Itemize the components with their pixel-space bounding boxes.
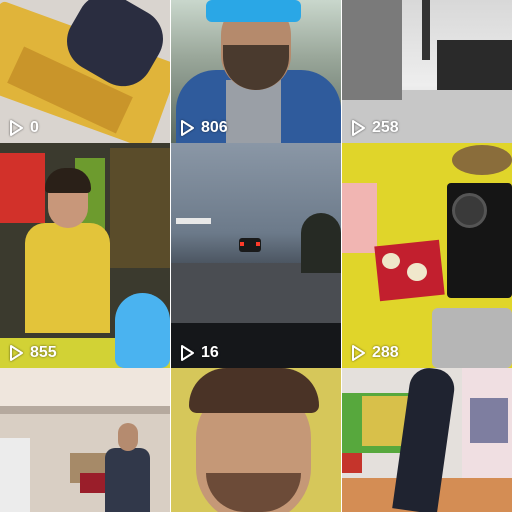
play-icon (352, 120, 365, 136)
view-count-overlay: 0 (8, 119, 39, 137)
view-count: 0 (30, 119, 39, 136)
play-icon (181, 345, 194, 361)
thumbnail-image (0, 368, 170, 512)
video-thumbnail-1[interactable]: 0 (0, 0, 170, 143)
view-count-overlay: 855 (8, 344, 57, 362)
view-count: 258 (372, 119, 399, 136)
video-thumbnail-2[interactable]: 806 (171, 0, 341, 143)
view-count-overlay: 288 (350, 344, 399, 362)
thumbnail-image (171, 368, 341, 512)
thumbnail-image (342, 143, 512, 368)
video-thumbnail-5[interactable]: 16 (171, 143, 341, 368)
video-thumbnail-3[interactable]: 258 (342, 0, 512, 143)
view-count: 855 (30, 344, 57, 361)
video-thumbnail-7[interactable] (0, 368, 170, 512)
play-icon (10, 120, 23, 136)
play-icon (352, 345, 365, 361)
thumbnail-image (171, 143, 341, 368)
view-count: 288 (372, 344, 399, 361)
thumbnail-image (0, 143, 170, 368)
view-count-overlay: 16 (179, 344, 219, 362)
view-count: 16 (201, 344, 219, 361)
thumbnail-image (342, 368, 512, 512)
view-count-overlay: 258 (350, 119, 399, 137)
view-count: 806 (201, 119, 228, 136)
video-grid: 0 806 258 855 16 288 (0, 0, 512, 512)
video-thumbnail-8[interactable] (171, 368, 341, 512)
video-thumbnail-4[interactable]: 855 (0, 143, 170, 368)
play-icon (10, 345, 23, 361)
play-icon (181, 120, 194, 136)
video-thumbnail-6[interactable]: 288 (342, 143, 512, 368)
view-count-overlay: 806 (179, 119, 228, 137)
video-thumbnail-9[interactable] (342, 368, 512, 512)
